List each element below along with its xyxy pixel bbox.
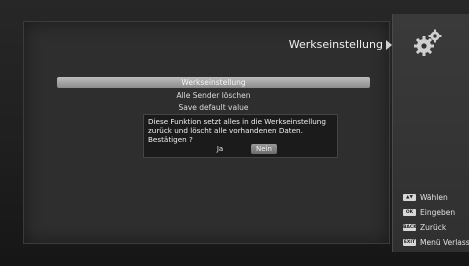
legend-back: BACK Zurück <box>403 222 446 232</box>
yes-button[interactable]: Ja <box>208 144 232 154</box>
arrow-right-icon <box>386 40 392 50</box>
gear-icon <box>414 29 442 56</box>
dialog-message: Diese Funktion setzt alles in die Werkse… <box>148 117 326 144</box>
menu-item-werkseinstellung[interactable]: Werkseinstellung <box>57 78 370 87</box>
ok-key-icon: OK <box>403 208 416 216</box>
legend-select: ▲▼ Wählen <box>403 192 448 202</box>
tv-screen: Werkseinstellung Werkseinstellung Alle S… <box>0 0 469 266</box>
back-key-icon: BACK <box>403 223 417 231</box>
no-button[interactable]: Nein <box>251 144 277 154</box>
legend-label-back: Zurück <box>420 222 447 232</box>
legend-label-enter: Eingeben <box>420 207 456 217</box>
menu-item-save-default-value[interactable]: Save default value <box>57 103 370 112</box>
legend-exit: EXIT Menü Verlassen <box>403 237 469 247</box>
legend-enter: OK Eingeben <box>403 207 455 217</box>
exit-key-icon: EXIT <box>403 238 416 246</box>
page-title: Werkseinstellung <box>288 38 383 51</box>
menu-item-alle-sender-loeschen[interactable]: Alle Sender löschen <box>57 91 370 100</box>
legend-label-select: Wählen <box>420 192 448 202</box>
confirm-dialog: Diese Funktion setzt alles in die Werkse… <box>143 114 338 158</box>
legend-label-exit: Menü Verlassen <box>420 237 469 247</box>
updown-key-icon: ▲▼ <box>403 193 416 201</box>
